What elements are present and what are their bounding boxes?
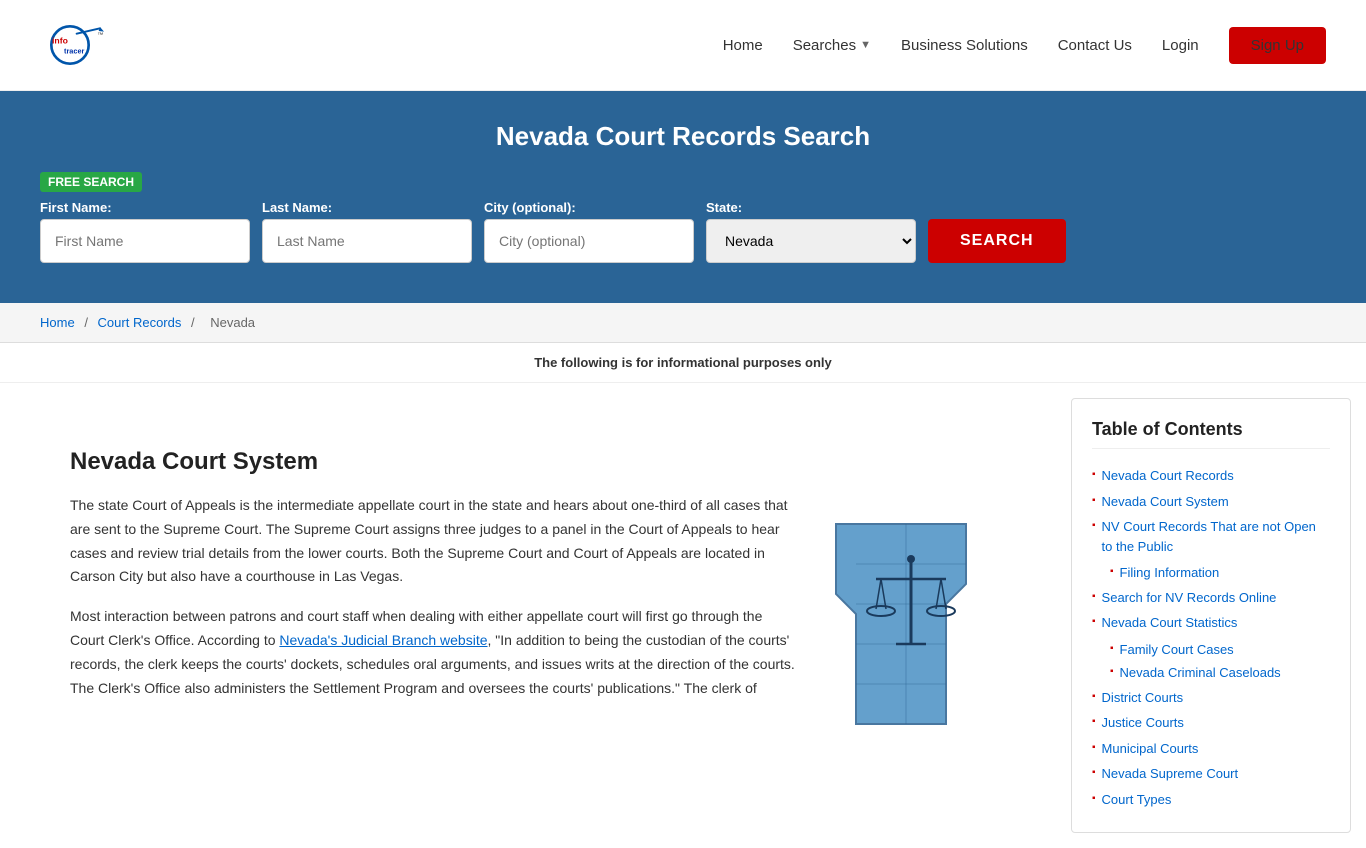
nav-contact-us[interactable]: Contact Us xyxy=(1058,37,1132,54)
article-para2: Most interaction between patrons and cou… xyxy=(70,605,796,700)
article-title: Nevada Court System xyxy=(70,448,1016,476)
toc-link-search-nv-online[interactable]: Search for NV Records Online xyxy=(1102,588,1277,608)
svg-text:tracer: tracer xyxy=(64,47,85,56)
list-item: Filing Information xyxy=(1110,561,1330,585)
list-item: Nevada Criminal Caseloads xyxy=(1110,661,1330,685)
first-name-group: First Name: xyxy=(40,200,250,263)
toc-link-nevada-supreme-court[interactable]: Nevada Supreme Court xyxy=(1102,764,1239,784)
first-name-input[interactable] xyxy=(40,219,250,263)
toc-link-family-court-cases[interactable]: Family Court Cases xyxy=(1120,640,1234,660)
toc-link-nevada-criminal-caseloads[interactable]: Nevada Criminal Caseloads xyxy=(1120,663,1281,683)
toc-sublist: Filing Information xyxy=(1092,561,1330,585)
toc-link-court-types[interactable]: Court Types xyxy=(1102,790,1172,810)
toc-link-district-courts[interactable]: District Courts xyxy=(1102,688,1184,708)
article-image xyxy=(816,494,1016,744)
free-search-badge: FREE SEARCH xyxy=(40,172,142,192)
list-item: Nevada Supreme Court xyxy=(1092,761,1330,787)
nevada-judicial-link[interactable]: Nevada's Judicial Branch website xyxy=(279,632,487,648)
article-area: Nevada Court System The state Court of A… xyxy=(30,413,1056,818)
list-item: Nevada Court System xyxy=(1092,489,1330,515)
state-group: State: Nevada Alabama Alaska xyxy=(706,200,916,263)
list-item: Search for NV Records Online xyxy=(1092,585,1330,611)
first-name-label: First Name: xyxy=(40,200,250,215)
list-item: Court Types xyxy=(1092,787,1330,813)
last-name-input[interactable] xyxy=(262,219,472,263)
article-para1: The state Court of Appeals is the interm… xyxy=(70,494,796,589)
nav-searches[interactable]: Searches ▼ xyxy=(793,37,871,54)
list-item: Family Court Cases xyxy=(1110,638,1330,662)
nav-login[interactable]: Login xyxy=(1162,37,1199,54)
breadcrumb: Home / Court Records / Nevada xyxy=(0,303,1366,343)
city-label: City (optional): xyxy=(484,200,694,215)
article-body: The state Court of Appeals is the interm… xyxy=(70,494,1016,744)
main-nav: Home Searches ▼ Business Solutions Conta… xyxy=(723,27,1326,64)
searches-chevron-icon: ▼ xyxy=(860,39,871,51)
list-item: Municipal Courts xyxy=(1092,736,1330,762)
toc-link-nevada-court-records[interactable]: Nevada Court Records xyxy=(1102,466,1234,486)
list-item: Justice Courts xyxy=(1092,710,1330,736)
city-input[interactable] xyxy=(484,219,694,263)
toc-link-justice-courts[interactable]: Justice Courts xyxy=(1102,713,1184,733)
hero-section: Nevada Court Records Search FREE SEARCH … xyxy=(0,91,1366,303)
breadcrumb-home[interactable]: Home xyxy=(40,315,75,330)
logo-svg: info tracer ™ xyxy=(40,10,120,80)
list-item: Nevada Court Records xyxy=(1092,463,1330,489)
search-form: First Name: Last Name: City (optional): … xyxy=(40,200,1326,263)
breadcrumb-nevada: Nevada xyxy=(210,315,255,330)
toc-link-nv-not-public[interactable]: NV Court Records That are not Open to th… xyxy=(1102,517,1330,556)
svg-text:info: info xyxy=(52,36,68,46)
list-item: Nevada Court Statistics xyxy=(1092,610,1330,636)
nav-business-solutions[interactable]: Business Solutions xyxy=(901,37,1028,54)
search-button[interactable]: SEARCH xyxy=(928,219,1066,263)
logo-area: info tracer ™ xyxy=(40,10,120,80)
breadcrumb-sep1: / xyxy=(84,315,91,330)
toc-link-nevada-court-system[interactable]: Nevada Court System xyxy=(1102,492,1229,512)
nav-signup[interactable]: Sign Up xyxy=(1229,27,1326,64)
toc-sublist-stats: Family Court Cases Nevada Criminal Casel… xyxy=(1092,638,1330,685)
state-select[interactable]: Nevada Alabama Alaska xyxy=(706,219,916,263)
state-label: State: xyxy=(706,200,916,215)
list-item: District Courts xyxy=(1092,685,1330,711)
breadcrumb-court-records[interactable]: Court Records xyxy=(98,315,182,330)
toc-link-filing-information[interactable]: Filing Information xyxy=(1120,563,1220,583)
content-wrapper: Nevada Court System The state Court of A… xyxy=(0,383,1366,848)
svg-text:™: ™ xyxy=(97,31,103,38)
toc-link-nevada-court-statistics[interactable]: Nevada Court Statistics xyxy=(1102,613,1238,633)
nevada-map-illustration xyxy=(816,504,1006,744)
article-text: The state Court of Appeals is the interm… xyxy=(70,494,796,744)
info-banner: The following is for informational purpo… xyxy=(0,343,1366,383)
nav-home[interactable]: Home xyxy=(723,37,763,54)
header: info tracer ™ Home Searches ▼ Business S… xyxy=(0,0,1366,91)
toc-link-municipal-courts[interactable]: Municipal Courts xyxy=(1102,739,1199,759)
last-name-label: Last Name: xyxy=(262,200,472,215)
page-title: Nevada Court Records Search xyxy=(40,121,1326,152)
breadcrumb-sep2: / xyxy=(191,315,198,330)
toc-title: Table of Contents xyxy=(1092,419,1330,449)
last-name-group: Last Name: xyxy=(262,200,472,263)
list-item: NV Court Records That are not Open to th… xyxy=(1092,514,1330,559)
city-group: City (optional): xyxy=(484,200,694,263)
toc-list: Nevada Court Records Nevada Court System… xyxy=(1092,463,1330,812)
